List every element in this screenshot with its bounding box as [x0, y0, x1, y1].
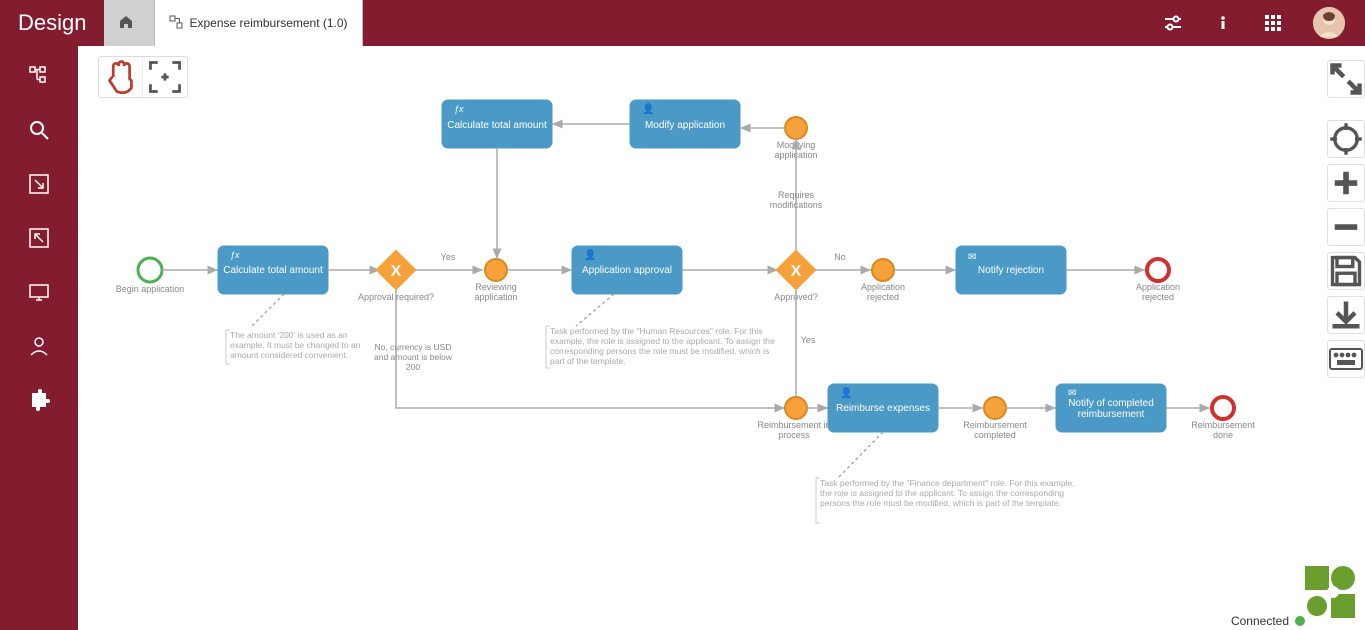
- svg-text:Yes: Yes: [801, 335, 816, 345]
- search-icon[interactable]: [27, 118, 51, 142]
- svg-text:Applicationrejected: Applicationrejected: [1136, 282, 1180, 302]
- fit-frame-button[interactable]: [143, 57, 187, 97]
- info-icon[interactable]: [1213, 13, 1233, 33]
- app-title: Design: [0, 10, 104, 36]
- puzzle-icon[interactable]: [27, 388, 51, 412]
- hand-tool-button[interactable]: [99, 57, 143, 97]
- tree-icon[interactable]: [27, 64, 51, 88]
- apps-grid-icon[interactable]: [1263, 13, 1283, 33]
- edge-yes1: Yes: [441, 252, 456, 262]
- event-modifying[interactable]: [785, 117, 807, 139]
- svg-text:Notify rejection: Notify rejection: [978, 265, 1044, 276]
- start-label: Begin application: [116, 284, 185, 294]
- bonita-logo: [1303, 564, 1359, 620]
- app-header: Design Expense reimbursement (1.0): [0, 0, 1365, 46]
- svg-text:✉: ✉: [968, 252, 976, 263]
- end-done[interactable]: [1212, 397, 1234, 419]
- svg-text:X: X: [791, 263, 802, 280]
- gateway-approval-required[interactable]: X: [376, 250, 416, 290]
- event-reviewing[interactable]: [485, 259, 507, 281]
- diagram-icon: [169, 15, 183, 32]
- zoom-tools: [1327, 60, 1365, 378]
- home-icon: [118, 14, 134, 33]
- task-calc-label: Calculate total amount: [223, 265, 323, 276]
- svg-text:Reimbursement inprocess: Reimbursement inprocess: [757, 420, 830, 440]
- canvas-toolbar: [98, 56, 188, 98]
- svg-text:X: X: [391, 263, 402, 280]
- keyboard-button[interactable]: [1327, 340, 1365, 378]
- svg-text:ƒx: ƒx: [454, 104, 464, 114]
- svg-text:Applicationrejected: Applicationrejected: [861, 282, 905, 302]
- screen-icon[interactable]: [27, 280, 51, 304]
- header-right: [1163, 7, 1365, 39]
- svg-text:Application approval: Application approval: [582, 265, 672, 276]
- arrow-down-right-box-icon[interactable]: [27, 172, 51, 196]
- sliders-icon[interactable]: [1163, 13, 1183, 33]
- svg-text:Requiresmodifications: Requiresmodifications: [770, 190, 823, 210]
- save-button[interactable]: [1327, 252, 1365, 290]
- svg-text:Notify of completedreimburseme: Notify of completedreimbursement: [1068, 398, 1154, 420]
- event-rejected[interactable]: [872, 259, 894, 281]
- svg-text:Modify application: Modify application: [645, 120, 725, 131]
- edge-no1: No, currency is USD and amount is below …: [373, 342, 453, 372]
- svg-text:No: No: [834, 252, 846, 262]
- fx-icon: ƒx: [230, 250, 240, 260]
- tab-label: Expense reimbursement (1.0): [189, 16, 347, 30]
- gateway-approved[interactable]: X: [776, 250, 816, 290]
- user-avatar[interactable]: [1313, 7, 1345, 39]
- svg-text:Reimbursementdone: Reimbursementdone: [1191, 420, 1255, 440]
- tab-home[interactable]: [104, 0, 155, 46]
- user-icon: 👤: [642, 102, 654, 115]
- svg-text:👤: 👤: [840, 386, 852, 399]
- status-label: Connected: [1231, 614, 1289, 628]
- event-reimb-complete[interactable]: [984, 397, 1006, 419]
- svg-text:Reimburse expenses: Reimburse expenses: [836, 403, 930, 414]
- svg-text:Reviewingapplication: Reviewingapplication: [474, 282, 517, 302]
- bpmn-diagram: Begin application ƒx Calculate total amo…: [78, 46, 1365, 610]
- center-button[interactable]: [1327, 120, 1365, 158]
- person-icon[interactable]: [27, 334, 51, 358]
- tab-current[interactable]: Expense reimbursement (1.0): [155, 0, 362, 46]
- arrow-up-left-box-icon[interactable]: [27, 226, 51, 250]
- tab-bar: Expense reimbursement (1.0): [104, 0, 362, 46]
- sidebar: [0, 46, 78, 630]
- end-rejected[interactable]: [1147, 259, 1169, 281]
- svg-text:Calculate total amount: Calculate total amount: [447, 120, 547, 131]
- svg-text:Reimbursementcompleted: Reimbursementcompleted: [963, 420, 1027, 440]
- svg-text:👤: 👤: [584, 248, 596, 261]
- note-1: The amount '200' is used as an example. …: [230, 330, 370, 360]
- zoom-out-button[interactable]: [1327, 208, 1365, 246]
- event-reimb-inprocess[interactable]: [785, 397, 807, 419]
- download-button[interactable]: [1327, 296, 1365, 334]
- note-2: Task performed by the "Human Resources" …: [550, 326, 780, 366]
- zoom-in-button[interactable]: [1327, 164, 1365, 202]
- diagram-canvas[interactable]: Begin application ƒx Calculate total amo…: [78, 46, 1365, 610]
- fullscreen-button[interactable]: [1327, 60, 1365, 98]
- start-event[interactable]: [138, 258, 162, 282]
- note-3: Task performed by the "Finance departmen…: [820, 478, 1085, 508]
- connection-status: Connected: [1231, 614, 1305, 628]
